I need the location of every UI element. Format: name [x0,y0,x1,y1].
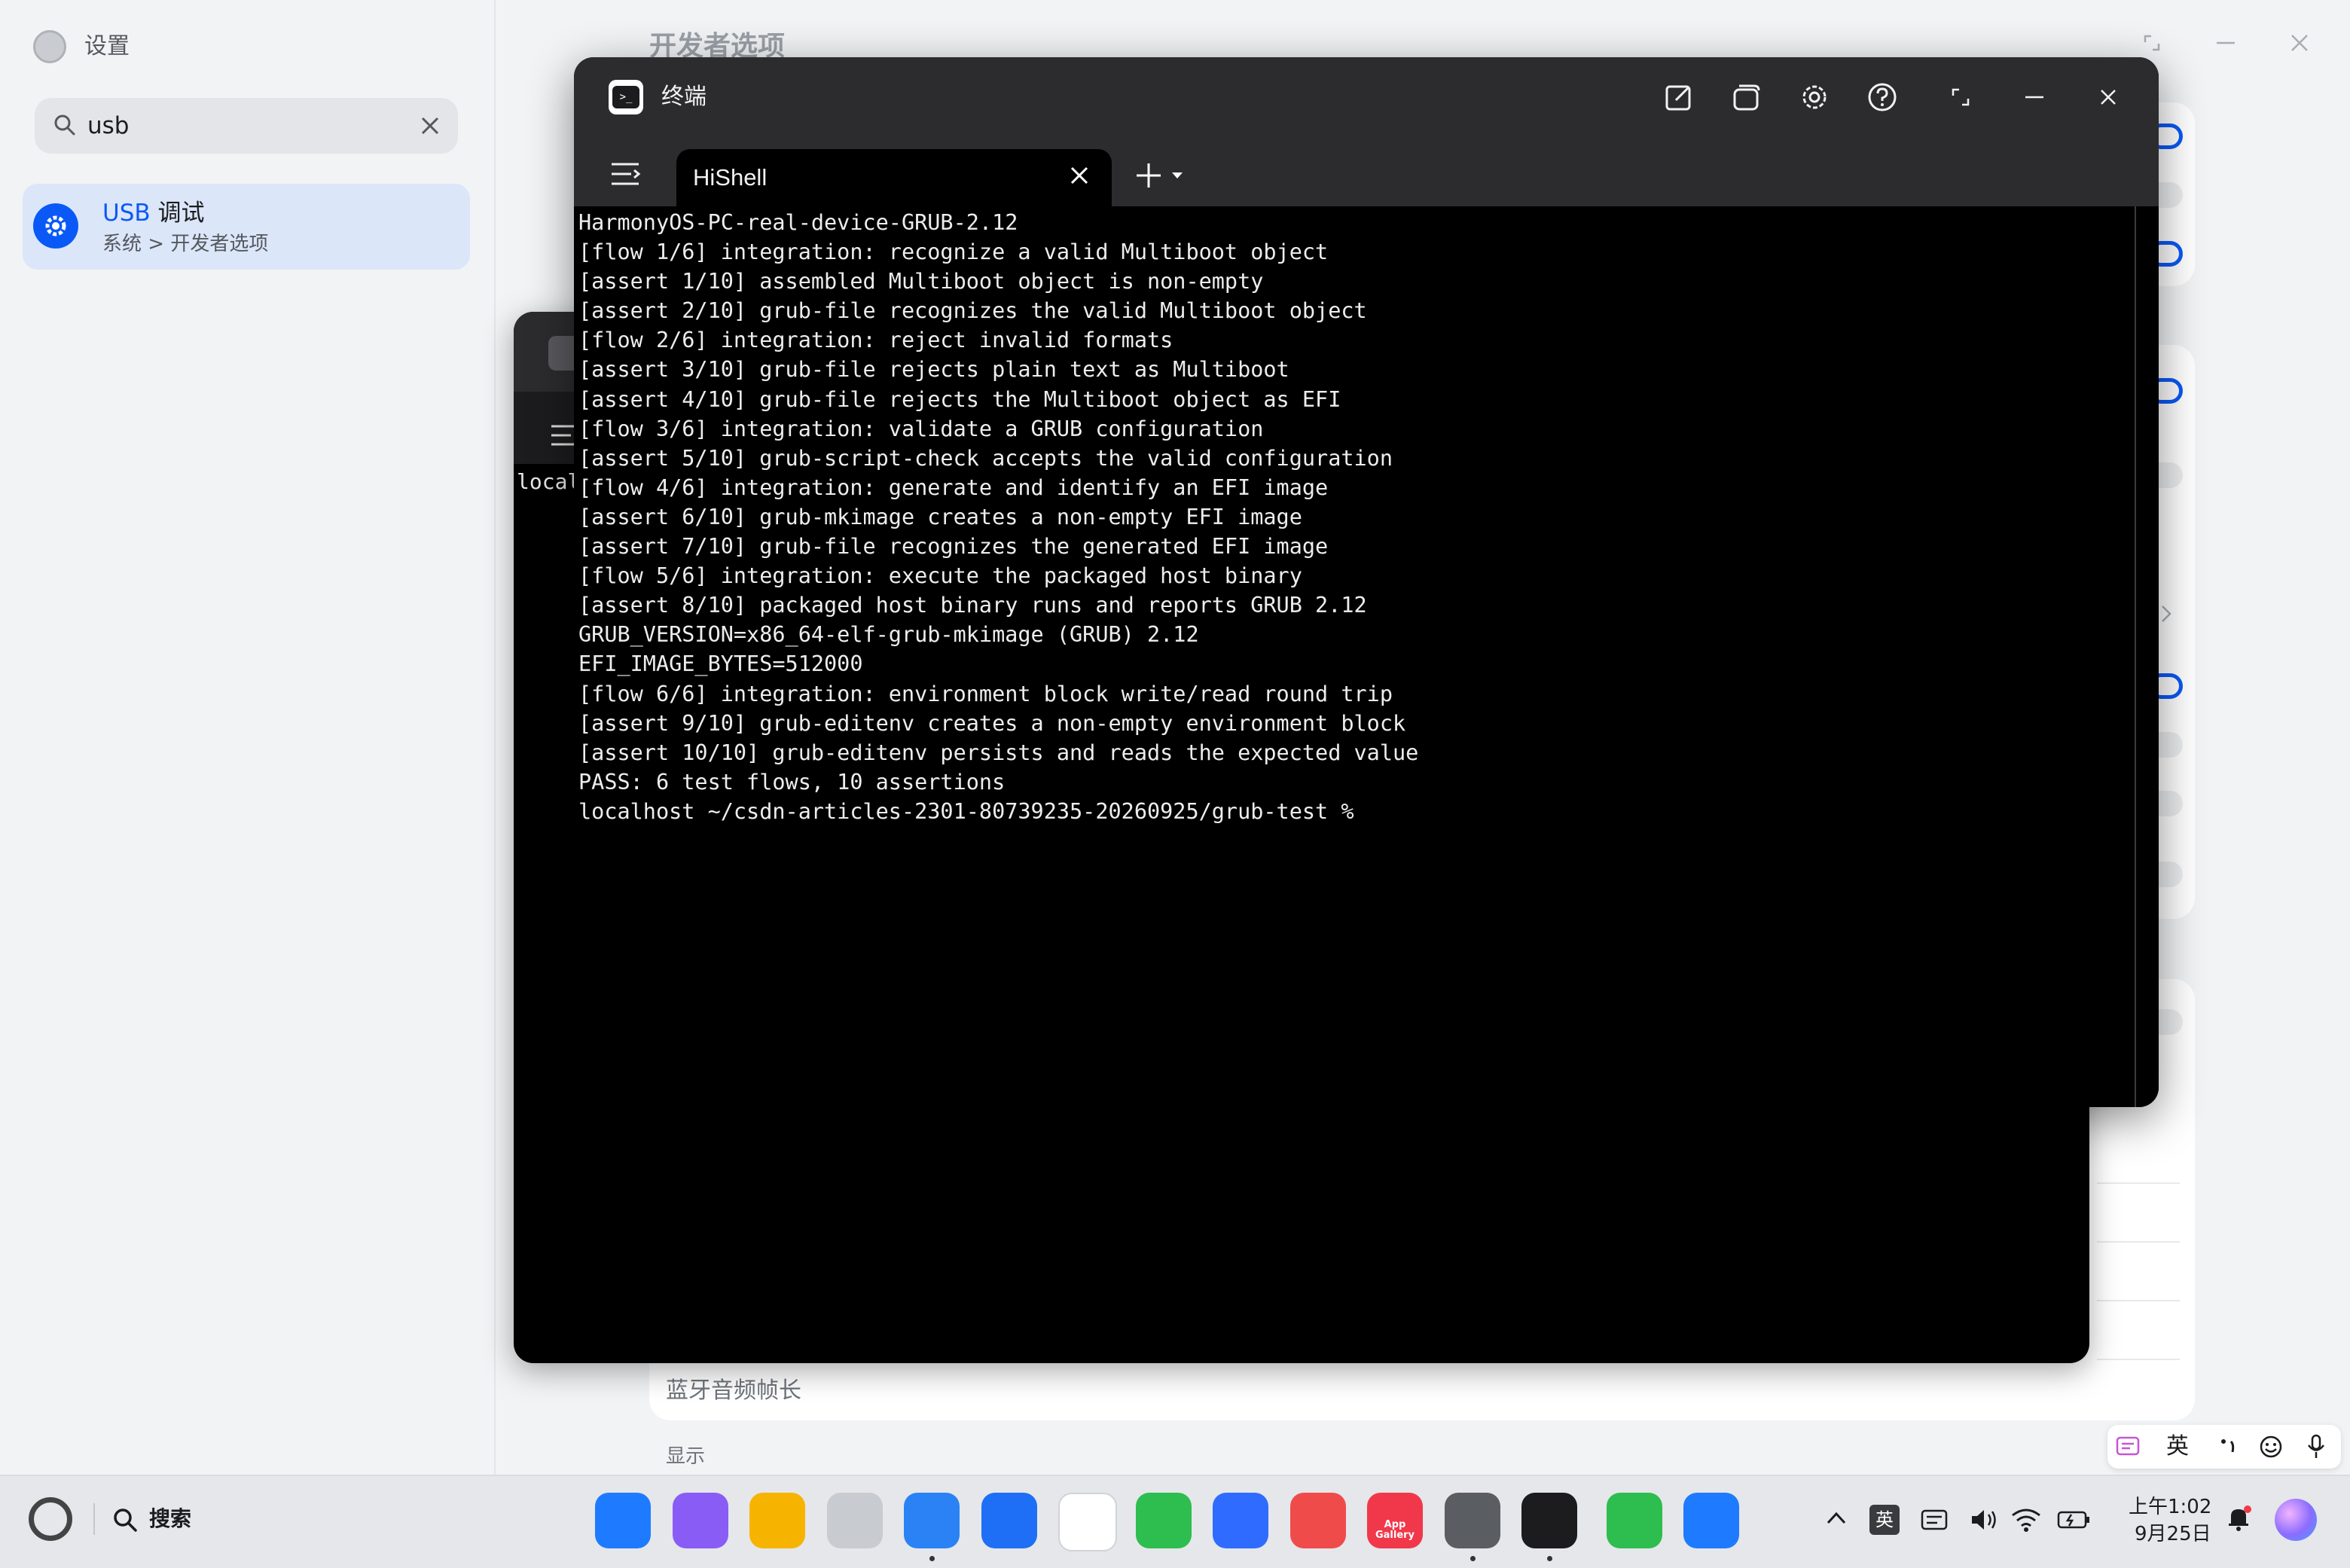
section-display-label: 显示 [666,1445,706,1468]
terminal-line: [assert 8/10] packaged host binary runs … [578,593,1367,618]
settings-icon[interactable] [1445,1493,1500,1548]
restore-icon[interactable] [1942,78,1979,116]
settings-app-icon [33,30,66,63]
terminal-titlebar [574,57,2159,137]
close-icon[interactable] [2089,78,2127,116]
terminal-line: [assert 9/10] grub-editenv creates a non… [578,710,1406,736]
row-divider [2097,1241,2180,1243]
terminal-output: HarmonyOS-PC-real-device-GRUB-2.12 [flow… [578,208,1418,826]
start-button[interactable] [29,1497,72,1541]
browser-icon[interactable] [904,1493,960,1548]
terminal-line: HarmonyOS-PC-real-device-GRUB-2.12 [578,210,1018,235]
running-indicator [1547,1556,1552,1561]
result-title: USB 调试 [102,197,205,229]
chevron-right-icon[interactable] [2160,604,2172,624]
phone-icon[interactable] [1607,1493,1662,1548]
search-input-value[interactable]: usb [87,110,129,142]
bluetooth-audio-frame-label[interactable]: 蓝牙音频帧长 [666,1375,801,1407]
clock-time[interactable]: 上午1:02 [2129,1494,2211,1520]
app-gallery-label: App Gallery [1375,1519,1415,1541]
emoji-icon[interactable] [2258,1434,2284,1460]
wifi-icon[interactable] [2010,1506,2043,1533]
new-window-icon[interactable] [1728,78,1766,116]
clear-search-icon[interactable] [419,114,441,137]
help-icon[interactable] [1863,78,1901,116]
keyboard-icon[interactable] [1919,1506,1949,1533]
app-center-icon[interactable] [595,1493,651,1548]
ime-language-toggle[interactable]: 英 [2166,1431,2189,1463]
messages-icon[interactable] [1136,1493,1192,1548]
terminal-line: [flow 2/6] integration: reject invalid f… [578,328,1173,353]
close-icon[interactable] [2290,33,2309,53]
settings-app-title: 设置 [84,33,130,59]
music-icon[interactable] [1213,1493,1268,1548]
files-icon[interactable] [749,1493,805,1548]
terminal-icon[interactable] [1521,1493,1577,1548]
chevron-down-icon[interactable] [1170,170,1184,181]
restore-icon[interactable] [2142,33,2162,53]
row-divider [2097,1359,2180,1360]
row-divider [2097,1182,2180,1184]
taskbar-search-label[interactable]: 搜索 [149,1503,191,1535]
taskbar-separator [93,1503,95,1535]
terminal-line: GRUB_VERSION=x86_64-elf-grub-mkimage (GR… [578,622,1199,648]
close-tab-icon[interactable] [1068,164,1091,187]
result-subtitle: 系统 > 开发者选项 [102,233,269,255]
terminal-app-icon: >_ [609,80,643,114]
running-indicator [1470,1556,1476,1561]
books-icon[interactable] [1290,1493,1346,1548]
edit-icon[interactable] [1660,78,1698,116]
mail-icon[interactable] [981,1493,1037,1548]
terminal-line: [assert 5/10] grub-script-check accepts … [578,445,1393,471]
volume-icon[interactable] [1969,1506,1999,1533]
tab-list-icon[interactable] [609,160,642,188]
terminal-window-title: 终端 [661,84,707,110]
terminal-line: PASS: 6 test flows, 10 assertions [578,769,1006,795]
recycle-bin-icon[interactable] [827,1493,883,1548]
terminal-line: [assert 7/10] grub-file recognizes the g… [578,534,1329,560]
running-indicator [929,1556,935,1561]
terminal-line: [assert 2/10] grub-file recognizes the v… [578,298,1367,324]
tab-hishell-label: HiShell [693,164,768,191]
terminal-scrollbar[interactable] [2135,206,2136,1107]
terminal-line: [assert 6/10] grub-mkimage creates a non… [578,504,1302,529]
ime-tool-icon[interactable] [2115,1434,2142,1460]
battery-icon[interactable] [2056,1508,2091,1532]
chat-icon[interactable] [1683,1493,1739,1548]
multi-window-icon[interactable] [673,1493,728,1548]
terminal-line: [flow 1/6] integration: recognize a vali… [578,239,1329,265]
result-title-rest: 调试 [150,200,205,227]
terminal-window[interactable]: >_ 终端 HiShell HarmonyOS-PC-real-device-G… [574,57,2159,1107]
punctuation-icon[interactable] [2216,1434,2242,1460]
terminal-line: [flow 4/6] integration: generate and ide… [578,474,1329,500]
row-divider [2097,1300,2180,1301]
terminal-line: [assert 1/10] assembled Multiboot object… [578,269,1264,294]
terminal-line: [flow 6/6] integration: environment bloc… [578,681,1393,706]
terminal-back-output: local [517,469,581,494]
minimize-icon[interactable] [2214,33,2237,53]
terminal-line: [assert 3/10] grub-file rejects plain te… [578,357,1289,383]
terminal-line: [assert 4/10] grub-file rejects the Mult… [578,386,1341,412]
clock-date[interactable]: 9月25日 [2135,1521,2211,1547]
gear-icon [33,203,78,249]
gallery-icon[interactable] [1058,1493,1117,1551]
app-gallery-icon[interactable]: App Gallery [1367,1493,1423,1548]
assistant-orb-icon[interactable] [2275,1499,2317,1541]
result-title-highlight: USB [102,200,151,227]
terminal-line: [assert 10/10] grub-editenv persists and… [578,740,1419,765]
terminal-line: [flow 5/6] integration: execute the pack… [578,563,1302,589]
search-icon[interactable] [111,1506,139,1533]
ime-indicator[interactable]: 英 [1869,1505,1900,1535]
terminal-line: EFI_IMAGE_BYTES=512000 [578,651,863,677]
microphone-icon[interactable] [2305,1434,2327,1460]
notification-bell-icon[interactable] [2223,1503,2254,1533]
chevron-up-icon[interactable] [1826,1509,1847,1526]
terminal-prompt[interactable]: localhost ~/csdn-articles-2301-80739235-… [578,799,1354,824]
minimize-icon[interactable] [2016,78,2053,116]
search-icon [53,113,77,137]
terminal-line: [flow 3/6] integration: validate a GRUB … [578,416,1264,441]
settings-gear-icon[interactable] [1796,78,1833,116]
add-tab-icon[interactable] [1134,161,1163,190]
